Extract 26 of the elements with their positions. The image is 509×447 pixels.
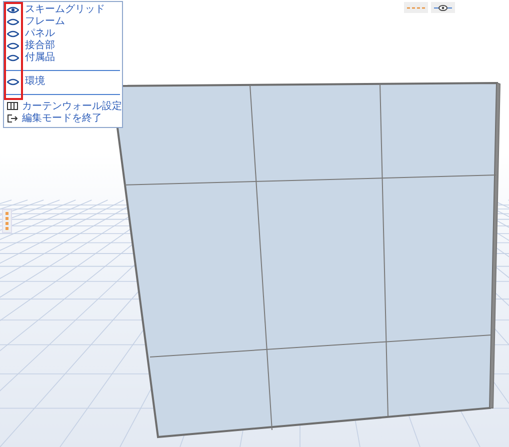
eye-icon: [434, 4, 452, 10]
exit-icon: [7, 114, 18, 122]
visibility-toggle[interactable]: [7, 5, 19, 15]
layer-item[interactable]: 付属品: [25, 52, 55, 64]
layer-item[interactable]: 環境: [25, 76, 45, 88]
settings-button[interactable]: カーテンウォール設定: [4, 100, 122, 112]
visibility-toggle[interactable]: [7, 17, 19, 27]
eye-icon: [7, 30, 19, 38]
layer-item[interactable]: フレーム: [25, 16, 65, 28]
eye-icon: [7, 42, 19, 50]
visibility-toggle[interactable]: [7, 77, 19, 87]
exit-edit-mode-button[interactable]: 編集モードを終了: [4, 112, 122, 124]
eye-line-button[interactable]: [431, 2, 455, 13]
visibility-toggle[interactable]: [7, 53, 19, 63]
visibility-toggle[interactable]: [7, 41, 19, 51]
dashed-line-icon: [407, 6, 425, 10]
dashed-line-icon: [4, 211, 10, 231]
eye-icon: [7, 18, 19, 26]
eye-icon: [7, 78, 19, 86]
eye-icon: [7, 6, 19, 14]
visibility-toggle[interactable]: [7, 29, 19, 39]
curtain-wall-icon: [7, 102, 18, 110]
layer-item[interactable]: スキームグリッド: [25, 4, 105, 16]
eye-icon: [7, 54, 19, 62]
layer-item[interactable]: パネル: [25, 28, 55, 40]
layer-item[interactable]: 接合部: [25, 40, 55, 52]
